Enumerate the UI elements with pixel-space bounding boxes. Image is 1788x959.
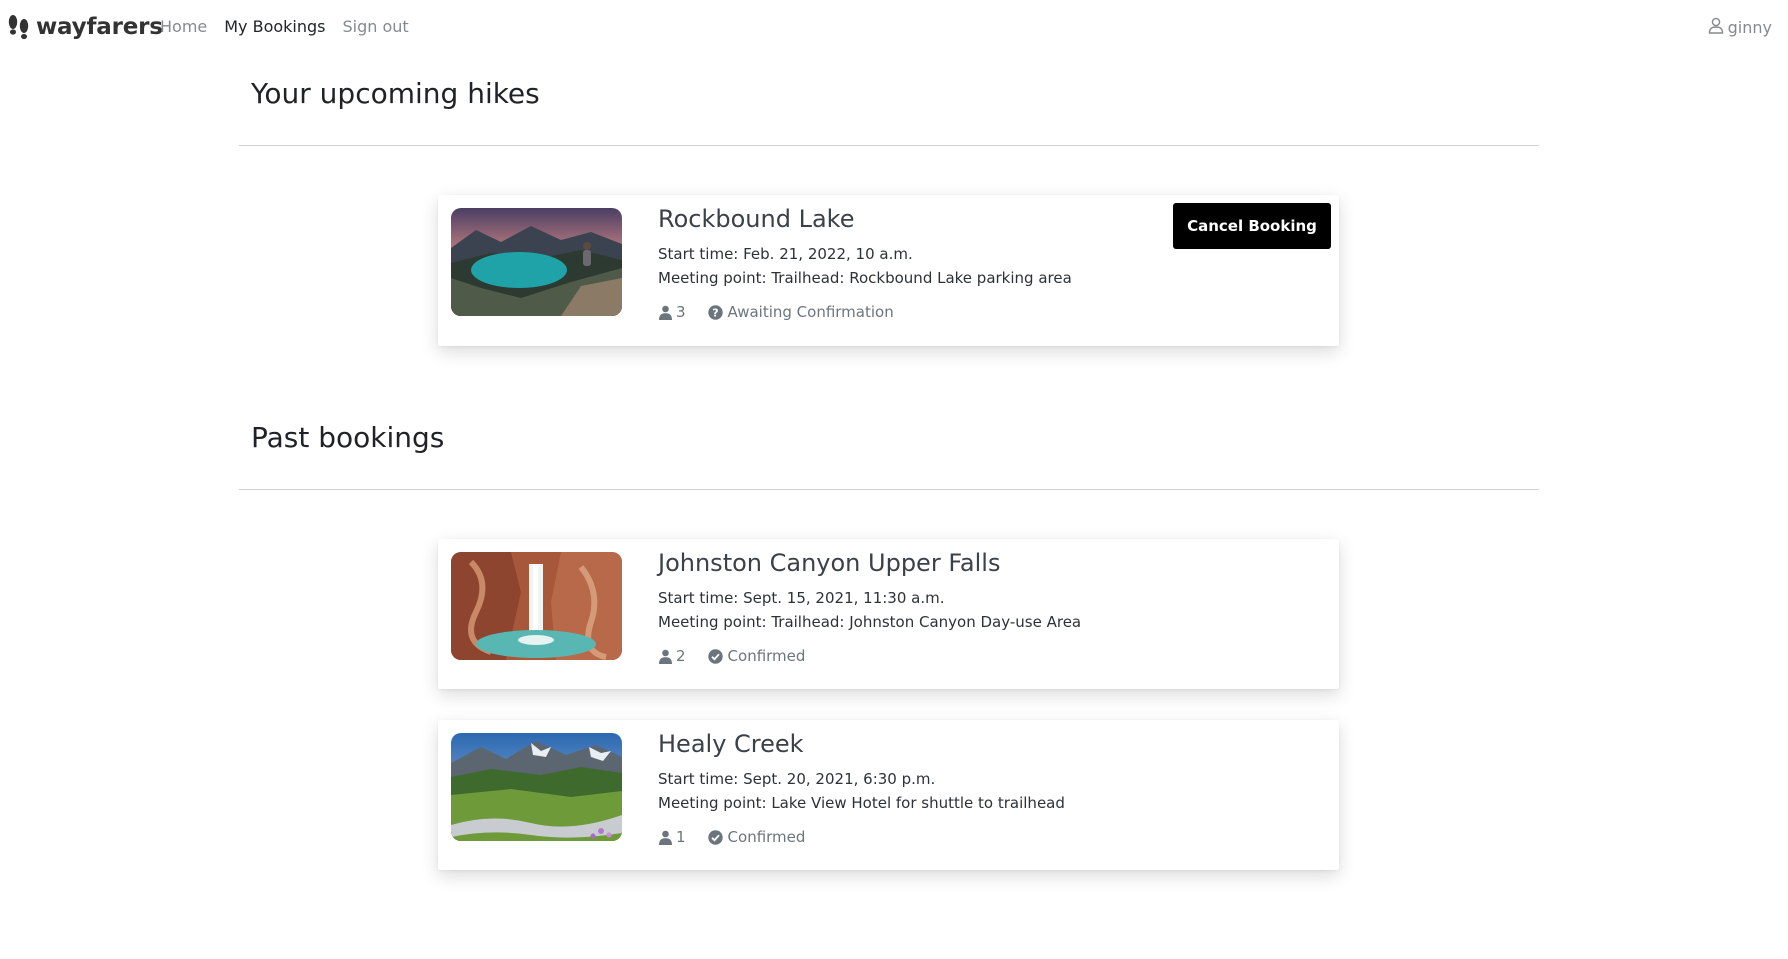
start-time: Start time: Sept. 20, 2021, 6:30 p.m.	[658, 770, 936, 788]
nav-sign-out-link[interactable]: Sign out	[343, 17, 409, 36]
meeting-point: Meeting point: Lake View Hotel for shutt…	[658, 794, 1065, 812]
start-time: Start time: Sept. 15, 2021, 11:30 a.m.	[658, 589, 945, 607]
party-size-count: 3	[676, 303, 686, 321]
person-icon	[659, 830, 672, 845]
nav-home-link[interactable]: Home	[160, 17, 207, 36]
nav-my-bookings-link[interactable]: My Bookings	[224, 17, 325, 36]
status-text: Confirmed	[727, 647, 806, 665]
brand-logo[interactable]: wayfarers	[7, 12, 163, 42]
username: ginny	[1727, 18, 1772, 37]
footprints-icon	[7, 13, 31, 41]
party-size: 2	[658, 647, 686, 665]
party-size-count: 1	[676, 828, 686, 846]
check-circle-icon	[707, 829, 723, 845]
party-size: 1	[658, 828, 686, 846]
booking-info: Johnston Canyon Upper Falls Start time: …	[658, 549, 1081, 665]
nav-links: Home My Bookings Sign out	[160, 17, 409, 36]
brand-name: wayfarers	[36, 14, 163, 40]
party-size-count: 2	[676, 647, 686, 665]
cancel-booking-button[interactable]: Cancel Booking	[1173, 203, 1331, 249]
hike-name[interactable]: Rockbound Lake	[658, 205, 1072, 233]
svg-text:?: ?	[712, 306, 718, 319]
booking-info: Healy Creek Start time: Sept. 20, 2021, …	[658, 730, 1065, 846]
upcoming-hikes-heading: Your upcoming hikes	[251, 77, 540, 110]
person-icon	[659, 649, 672, 664]
user-menu[interactable]: ginny	[1708, 17, 1772, 38]
hike-image-rockbound-lake	[451, 208, 622, 316]
booking-meta: 1 Confirmed	[658, 828, 1065, 846]
booking-card-rockbound-lake: Rockbound Lake Start time: Feb. 21, 2022…	[438, 195, 1339, 346]
party-size: 3	[658, 303, 686, 321]
person-icon	[659, 305, 672, 320]
check-circle-icon	[707, 648, 723, 664]
past-bookings-heading: Past bookings	[251, 421, 445, 454]
status-badge: Confirmed	[707, 647, 806, 665]
status-badge: Confirmed	[707, 828, 806, 846]
booking-card-healy-creek: Healy Creek Start time: Sept. 20, 2021, …	[438, 720, 1339, 870]
status-badge: ? Awaiting Confirmation	[707, 303, 894, 321]
navbar: wayfarers Home My Bookings Sign out ginn…	[0, 0, 1788, 54]
question-circle-icon: ?	[707, 304, 723, 320]
hike-name[interactable]: Healy Creek	[658, 730, 1065, 758]
user-icon	[1708, 17, 1724, 38]
section-divider	[239, 489, 1539, 490]
status-text: Confirmed	[727, 828, 806, 846]
hike-image-healy-creek	[451, 733, 622, 841]
hike-image-johnston-canyon	[451, 552, 622, 660]
hike-name[interactable]: Johnston Canyon Upper Falls	[658, 549, 1081, 577]
booking-card-johnston-canyon: Johnston Canyon Upper Falls Start time: …	[438, 539, 1339, 689]
status-text: Awaiting Confirmation	[727, 303, 894, 321]
meeting-point: Meeting point: Trailhead: Johnston Canyo…	[658, 613, 1082, 631]
start-time: Start time: Feb. 21, 2022, 10 a.m.	[658, 245, 913, 263]
meeting-point: Meeting point: Trailhead: Rockbound Lake…	[658, 269, 1072, 287]
section-divider	[239, 145, 1539, 146]
booking-meta: 3 ? Awaiting Confirmation	[658, 303, 1072, 321]
booking-meta: 2 Confirmed	[658, 647, 1081, 665]
booking-info: Rockbound Lake Start time: Feb. 21, 2022…	[658, 205, 1072, 321]
